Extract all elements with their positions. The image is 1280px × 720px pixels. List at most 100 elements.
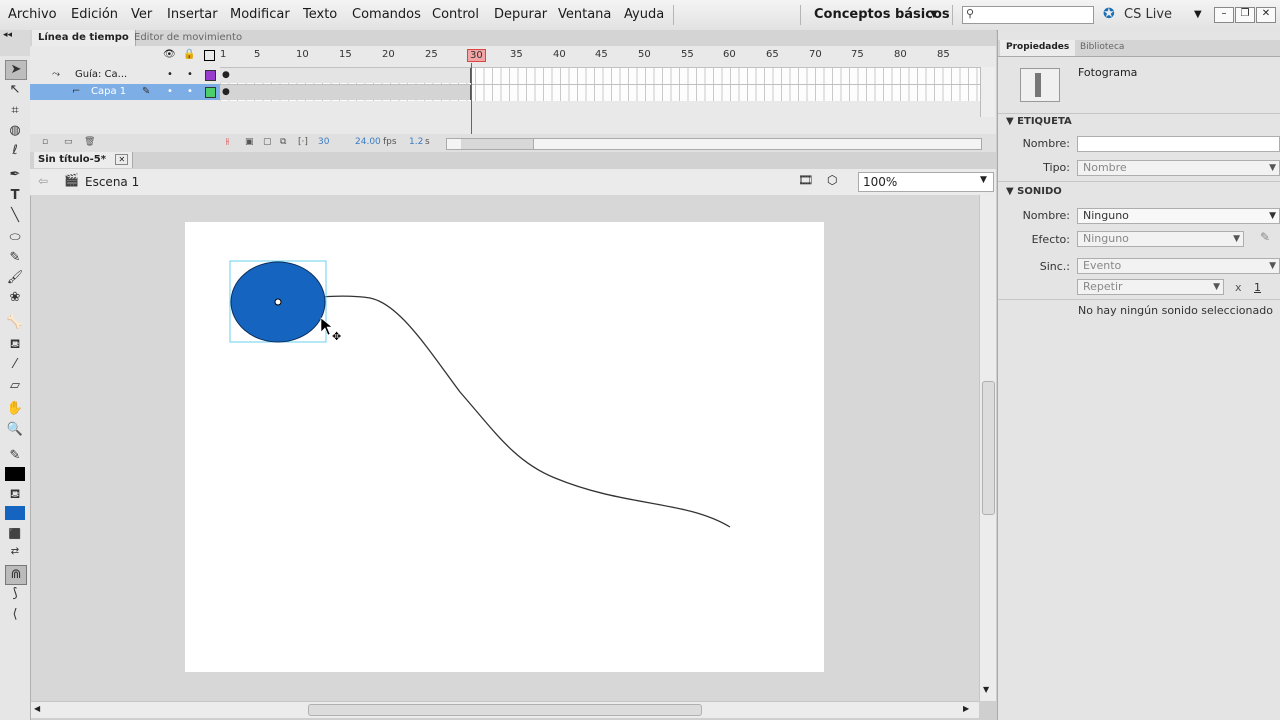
layer-row-capa1[interactable]: ⌐ Capa 1 ✎ • • xyxy=(30,84,220,100)
chevron-down-icon[interactable]: ▼ xyxy=(1194,9,1202,20)
chevron-down-icon[interactable]: ▼ xyxy=(930,9,938,20)
edit-envelope-icon[interactable]: ✎ xyxy=(1260,230,1270,244)
outline-icon[interactable] xyxy=(204,50,215,61)
tab-motion-editor[interactable]: Editor de movimiento xyxy=(128,30,248,46)
close-icon[interactable]: ✕ xyxy=(1256,7,1276,23)
frame-span[interactable] xyxy=(220,68,471,83)
frame-span[interactable] xyxy=(220,85,471,100)
paint-bucket-tool-icon[interactable]: ⛾ xyxy=(5,336,25,354)
timeline-hscroll-thumb[interactable] xyxy=(461,139,534,149)
line-tool-icon[interactable]: ╲ xyxy=(5,207,25,225)
center-frame-icon[interactable]: ▣ xyxy=(245,137,254,147)
current-frame[interactable]: 30 xyxy=(318,137,329,147)
black-white-icon[interactable]: ⬛ xyxy=(5,526,25,544)
new-folder-icon[interactable]: ▭ xyxy=(64,137,73,147)
label-type-select[interactable]: Nombre ▼ xyxy=(1077,160,1280,176)
lasso-tool-icon[interactable]: ℓ xyxy=(5,142,25,160)
tab-document[interactable]: Sin título-5* ✕ xyxy=(34,152,134,168)
menu-ventana[interactable]: Ventana xyxy=(558,7,611,22)
scroll-left-icon[interactable]: ◀ xyxy=(34,704,40,713)
edit-multiple-frames-icon[interactable]: [·] xyxy=(298,137,308,147)
text-tool-icon[interactable]: T xyxy=(5,187,25,205)
oval-tool-icon[interactable]: ⬭ xyxy=(5,229,25,247)
frames-row-guide[interactable]: ● xyxy=(220,67,980,84)
timeline-vscroll[interactable] xyxy=(980,67,995,117)
menu-comandos[interactable]: Comandos xyxy=(352,7,421,22)
fill-color-swatch[interactable] xyxy=(5,506,25,520)
onion-skin-icon[interactable]: ▢ xyxy=(263,137,272,147)
layer-name[interactable]: Capa 1 xyxy=(91,84,126,100)
frames-row-capa1[interactable]: ● xyxy=(220,84,980,101)
stroke-color-swatch[interactable] xyxy=(5,467,25,481)
stage[interactable]: ✥ xyxy=(185,222,824,672)
back-arrow-icon[interactable]: ⇦ xyxy=(38,174,48,188)
subselection-tool-icon[interactable]: ↖ xyxy=(5,81,25,99)
close-icon[interactable]: ✕ xyxy=(115,154,129,165)
minimize-icon[interactable]: – xyxy=(1214,7,1234,23)
scene-name[interactable]: Escena 1 xyxy=(85,175,139,189)
zoom-select[interactable]: 100% ▼ xyxy=(858,172,994,192)
stage-hscroll-thumb[interactable] xyxy=(308,704,702,716)
hand-tool-icon[interactable]: ✋ xyxy=(5,400,25,418)
keyframe-icon[interactable]: ● xyxy=(222,87,230,97)
lock-icon[interactable]: 🔒 xyxy=(183,49,195,60)
menu-modificar[interactable]: Modificar xyxy=(230,7,290,22)
playhead-frame[interactable]: 30 xyxy=(467,49,486,62)
sound-name-select[interactable]: Ninguno ▼ xyxy=(1077,208,1280,224)
pen-tool-icon[interactable]: ✒ xyxy=(5,166,25,184)
playhead-line[interactable] xyxy=(471,63,472,137)
delete-layer-icon[interactable]: 🗑 xyxy=(84,137,95,147)
tab-timeline[interactable]: Línea de tiempo xyxy=(32,30,136,46)
free-transform-tool-icon[interactable]: ⌗ xyxy=(5,102,25,120)
menu-texto[interactable]: Texto xyxy=(303,7,337,22)
menu-ayuda[interactable]: Ayuda xyxy=(624,7,664,22)
stage-vscroll-thumb[interactable] xyxy=(982,381,995,515)
selection-tool-icon[interactable]: ➤ xyxy=(5,60,27,80)
keyframe-icon[interactable]: ● xyxy=(222,70,230,80)
visibility-dot[interactable]: • xyxy=(167,84,173,100)
menu-ver[interactable]: Ver xyxy=(131,7,152,22)
stage-hscroll[interactable]: ◀ ▶ xyxy=(31,701,979,718)
deco-tool-icon[interactable]: ❀ xyxy=(5,289,25,307)
fps-value[interactable]: 24.00 xyxy=(355,137,381,147)
eye-icon[interactable]: 👁 xyxy=(163,49,176,60)
search-input[interactable]: ⚲ xyxy=(962,6,1094,24)
restore-icon[interactable]: ❐ xyxy=(1235,7,1255,23)
motion-guide-path[interactable] xyxy=(277,295,731,528)
chevron-down-icon[interactable]: ▼ xyxy=(980,175,987,185)
bone-tool-icon[interactable]: 🦴 xyxy=(5,314,25,332)
swap-colors-icon[interactable]: ⇄ xyxy=(5,543,25,561)
new-layer-icon[interactable]: ▫ xyxy=(42,137,48,147)
zoom-tool-icon[interactable]: 🔍 xyxy=(5,421,25,439)
timeline-hscroll[interactable] xyxy=(446,138,982,150)
layer-color-swatch[interactable] xyxy=(205,70,216,81)
stage-vscroll[interactable]: ▼ xyxy=(979,195,996,701)
sound-sync-select[interactable]: Evento ▼ xyxy=(1077,258,1280,274)
brush-tool-icon[interactable]: 🖌 xyxy=(5,269,25,287)
sound-effect-select[interactable]: Ninguno ▼ xyxy=(1077,231,1244,247)
layer-name[interactable]: Guía: Ca... xyxy=(75,67,127,83)
tab-properties[interactable]: Propiedades xyxy=(1000,40,1076,56)
label-section-header[interactable]: ▼ ETIQUETA xyxy=(1006,116,1072,127)
scroll-down-icon[interactable]: ▼ xyxy=(983,685,989,694)
smooth-icon[interactable]: ⟆ xyxy=(5,585,25,603)
snap-magnet-icon[interactable]: ⋒ xyxy=(5,565,27,585)
menu-depurar[interactable]: Depurar xyxy=(494,7,547,22)
eraser-tool-icon[interactable]: ▱ xyxy=(5,377,25,395)
frame-name-input[interactable] xyxy=(1077,136,1280,152)
straighten-icon[interactable]: ⟨ xyxy=(5,606,25,624)
pencil-tool-icon[interactable]: ✎ xyxy=(5,249,25,267)
collapse-icon[interactable]: ◂◂ xyxy=(3,30,12,40)
menu-archivo[interactable]: Archivo xyxy=(8,7,57,22)
edit-symbol-icon[interactable]: ⬡ xyxy=(827,173,837,187)
sound-repeat-select[interactable]: Repetir ▼ xyxy=(1077,279,1224,295)
3d-rotation-tool-icon[interactable]: ◍ xyxy=(5,122,25,140)
edit-scene-icon[interactable]: 🎞 xyxy=(798,173,813,187)
layer-row-guide[interactable]: ⤳ Guía: Ca... • • xyxy=(30,67,220,83)
onion-outline-icon[interactable]: ⧉ xyxy=(280,137,286,147)
scroll-right-icon[interactable]: ▶ xyxy=(963,704,969,713)
cs-live-button[interactable]: CS Live xyxy=(1124,7,1172,22)
sound-section-header[interactable]: ▼ SONIDO xyxy=(1006,186,1062,197)
menu-edicion[interactable]: Edición xyxy=(71,7,118,22)
repeat-count[interactable]: 1 xyxy=(1254,281,1261,294)
